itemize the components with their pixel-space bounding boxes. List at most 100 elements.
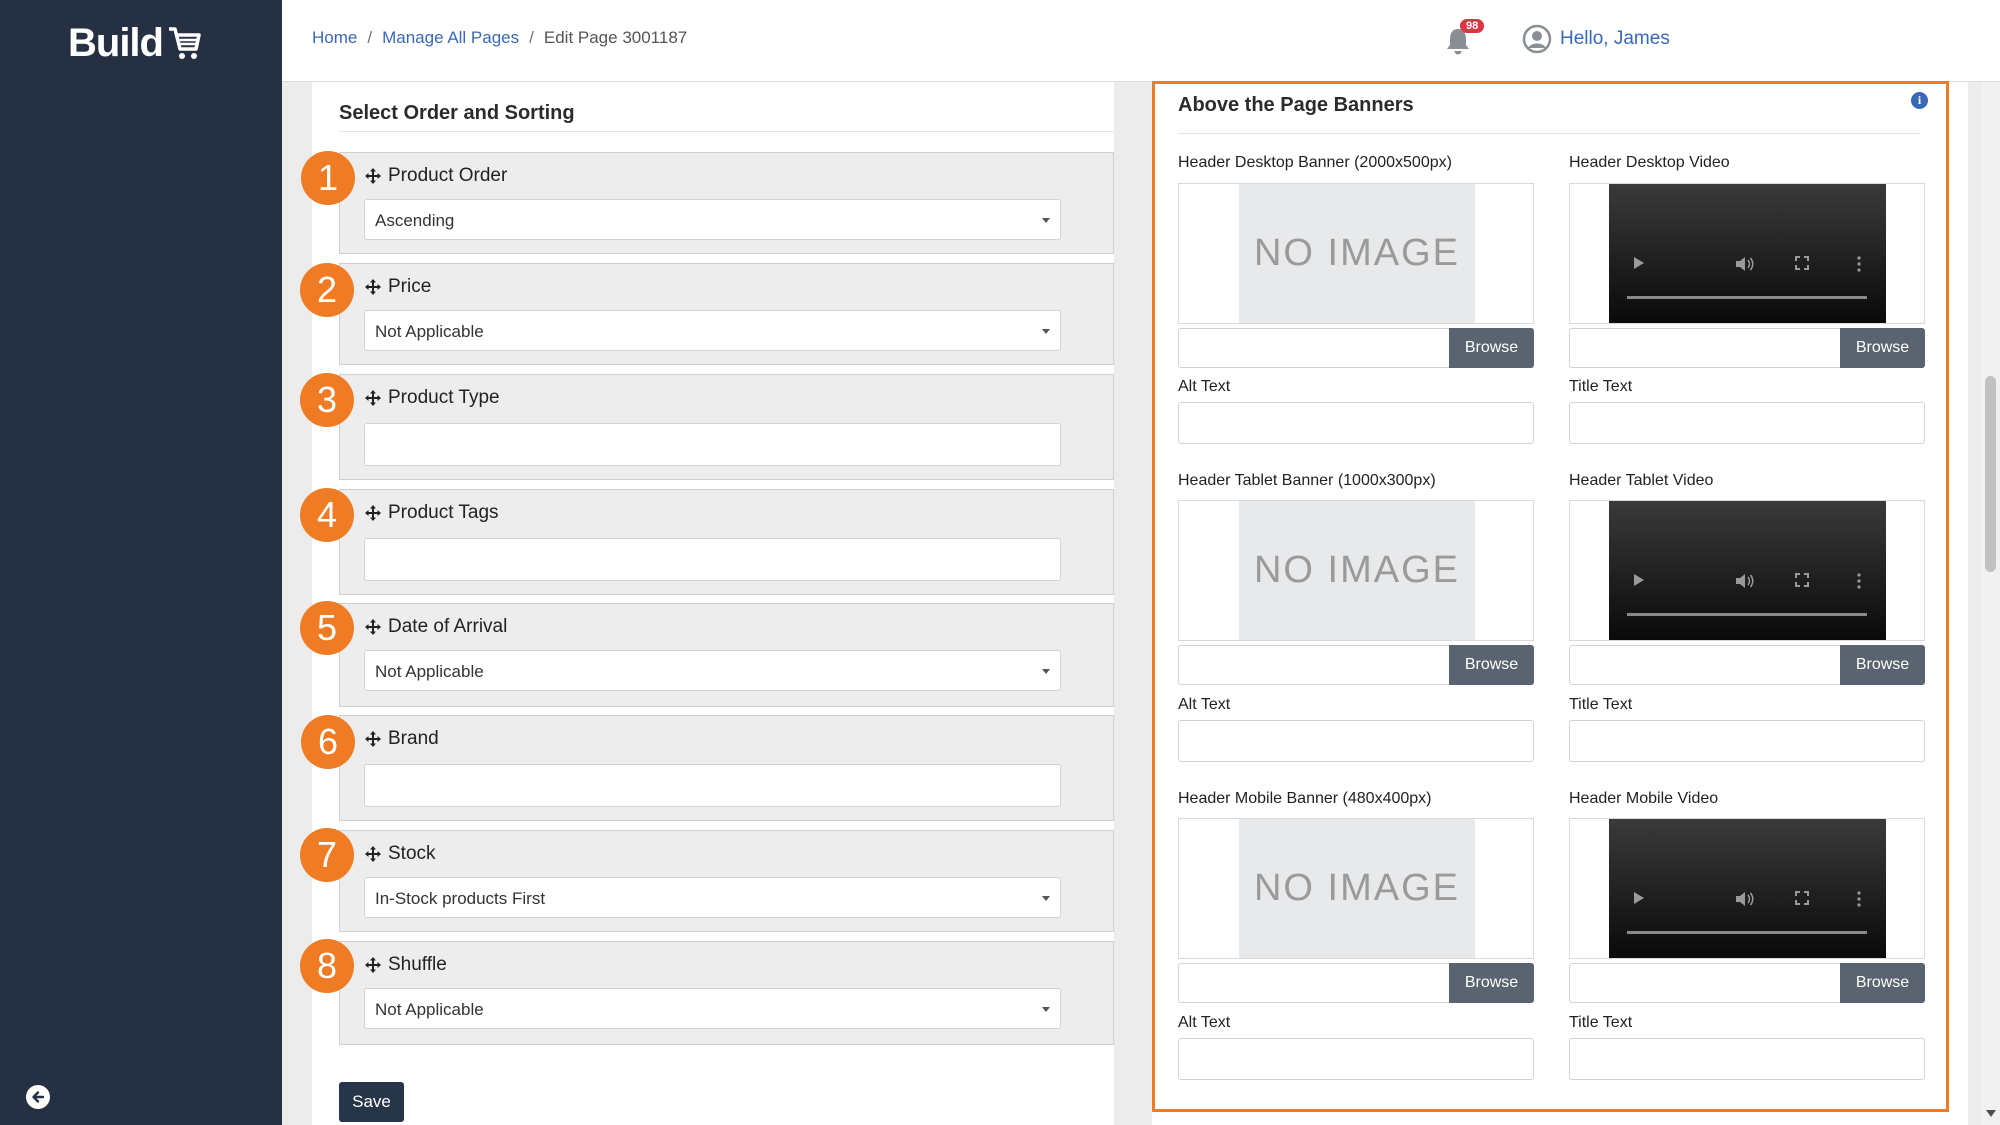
move-icon[interactable]: [364, 278, 382, 296]
no-image-placeholder: NO IMAGE: [1239, 819, 1475, 958]
sort-item-date-of-arrival[interactable]: Date of Arrival Not Applicable: [339, 603, 1114, 707]
more-options-icon[interactable]: [1857, 573, 1861, 589]
sort-item-price[interactable]: Price Not Applicable: [339, 263, 1114, 365]
breadcrumb-separator: /: [529, 28, 534, 47]
move-icon[interactable]: [364, 504, 382, 522]
move-icon[interactable]: [364, 389, 382, 407]
browse-button[interactable]: Browse: [1840, 328, 1925, 368]
mobile-video-file-input[interactable]: Browse: [1569, 963, 1925, 1003]
sort-item-product-order[interactable]: Product Order Ascending: [339, 152, 1114, 254]
price-select[interactable]: Not Applicable: [364, 310, 1061, 351]
video-player[interactable]: [1609, 501, 1886, 640]
browse-button[interactable]: Browse: [1449, 328, 1534, 368]
volume-icon[interactable]: [1735, 256, 1755, 272]
no-image-placeholder: NO IMAGE: [1239, 184, 1475, 323]
play-icon[interactable]: [1633, 891, 1645, 905]
move-icon[interactable]: [364, 730, 382, 748]
desktop-banner-file-input[interactable]: Browse: [1178, 328, 1534, 368]
tablet-alt-text-input[interactable]: [1178, 720, 1534, 762]
tablet-video-preview: [1569, 500, 1925, 641]
video-player[interactable]: [1609, 184, 1886, 323]
date-of-arrival-select[interactable]: Not Applicable: [364, 650, 1061, 691]
breadcrumb-manage-pages[interactable]: Manage All Pages: [382, 28, 519, 48]
more-options-icon[interactable]: [1857, 256, 1861, 272]
video-progress-bar[interactable]: [1627, 296, 1867, 299]
tablet-banner-preview: NO IMAGE: [1178, 500, 1534, 641]
shuffle-select[interactable]: Not Applicable: [364, 988, 1061, 1029]
mobile-video-preview: [1569, 818, 1925, 959]
mobile-alt-text-input[interactable]: [1178, 1038, 1534, 1080]
breadcrumb-current: Edit Page 3001187: [543, 28, 688, 47]
move-icon[interactable]: [364, 956, 382, 974]
sort-item-name: Shuffle: [388, 954, 447, 975]
stock-select[interactable]: In-Stock products First: [364, 877, 1061, 918]
sort-item-label: Product Tags: [364, 502, 499, 524]
sort-item-label: Product Order: [364, 165, 507, 187]
mobile-banner-label: Header Mobile Banner (480x400px): [1178, 790, 1432, 807]
divider: [1178, 133, 1920, 134]
browse-button[interactable]: Browse: [1449, 963, 1534, 1003]
title-text-label: Title Text: [1569, 1014, 1633, 1031]
user-menu[interactable]: Hello, James: [1522, 24, 1670, 54]
more-options-icon[interactable]: [1857, 891, 1861, 907]
sort-item-name: Brand: [388, 728, 439, 749]
tablet-banner-file-input[interactable]: Browse: [1178, 645, 1534, 685]
video-player[interactable]: [1609, 819, 1886, 958]
sort-item-stock[interactable]: Stock In-Stock products First: [339, 830, 1114, 932]
fullscreen-icon[interactable]: [1795, 256, 1809, 270]
info-icon[interactable]: i: [1911, 92, 1928, 109]
volume-icon[interactable]: [1735, 891, 1755, 907]
breadcrumb-home[interactable]: Home: [312, 28, 357, 48]
mobile-title-text-input[interactable]: [1569, 1038, 1925, 1080]
product-type-input[interactable]: [364, 423, 1061, 466]
fullscreen-icon[interactable]: [1795, 573, 1809, 587]
play-icon[interactable]: [1633, 573, 1645, 587]
tablet-title-text-input[interactable]: [1569, 720, 1925, 762]
play-icon[interactable]: [1633, 256, 1645, 270]
brand-input[interactable]: [364, 764, 1061, 807]
logo[interactable]: Build: [68, 18, 201, 68]
breadcrumb-separator: /: [367, 28, 373, 47]
user-greeting: Hello, James: [1560, 28, 1670, 49]
sort-item-product-tags[interactable]: Product Tags: [339, 489, 1114, 595]
move-icon[interactable]: [364, 167, 382, 185]
tablet-video-file-input[interactable]: Browse: [1569, 645, 1925, 685]
scroll-down-arrow-icon[interactable]: [1986, 1110, 1996, 1117]
fullscreen-icon[interactable]: [1795, 891, 1809, 905]
save-button[interactable]: Save: [339, 1082, 404, 1122]
video-progress-bar[interactable]: [1627, 931, 1867, 934]
browse-button[interactable]: Browse: [1840, 645, 1925, 685]
volume-icon[interactable]: [1735, 573, 1755, 589]
product-tags-input[interactable]: [364, 538, 1061, 581]
video-progress-bar[interactable]: [1627, 613, 1867, 616]
browse-button[interactable]: Browse: [1840, 963, 1925, 1003]
sort-item-name: Price: [388, 276, 432, 297]
step-badge: 3: [300, 373, 354, 427]
sorting-title: Select Order and Sorting: [339, 102, 575, 124]
collapse-sidebar-button[interactable]: [26, 1085, 50, 1109]
scrollbar[interactable]: [1981, 82, 2000, 1125]
desktop-alt-text-input[interactable]: [1178, 402, 1534, 444]
sort-item-shuffle[interactable]: Shuffle Not Applicable: [339, 941, 1114, 1045]
sort-item-brand[interactable]: Brand: [339, 715, 1114, 821]
desktop-banner-label: Header Desktop Banner (2000x500px): [1178, 154, 1452, 171]
sort-item-label: Shuffle: [364, 954, 447, 976]
sort-item-label: Price: [364, 276, 431, 298]
logo-text: Build: [68, 20, 164, 65]
move-icon[interactable]: [364, 618, 382, 636]
top-bar: Home / Manage All Pages / Edit Page 3001…: [282, 0, 2000, 82]
desktop-title-text-input[interactable]: [1569, 402, 1925, 444]
sort-item-name: Date of Arrival: [388, 616, 508, 637]
sort-item-label: Stock: [364, 843, 436, 865]
scroll-thumb[interactable]: [1985, 376, 1996, 572]
breadcrumb: Home / Manage All Pages / Edit Page 3001…: [312, 28, 687, 48]
move-icon[interactable]: [364, 845, 382, 863]
product-order-select[interactable]: Ascending: [364, 199, 1061, 240]
mobile-banner-file-input[interactable]: Browse: [1178, 963, 1534, 1003]
browse-button[interactable]: Browse: [1449, 645, 1534, 685]
sort-item-product-type[interactable]: Product Type: [339, 374, 1114, 480]
mobile-video-label: Header Mobile Video: [1569, 790, 1719, 807]
desktop-video-file-input[interactable]: Browse: [1569, 328, 1925, 368]
notification-count-badge: 98: [1460, 19, 1485, 33]
tablet-banner-label: Header Tablet Banner (1000x300px): [1178, 472, 1436, 489]
